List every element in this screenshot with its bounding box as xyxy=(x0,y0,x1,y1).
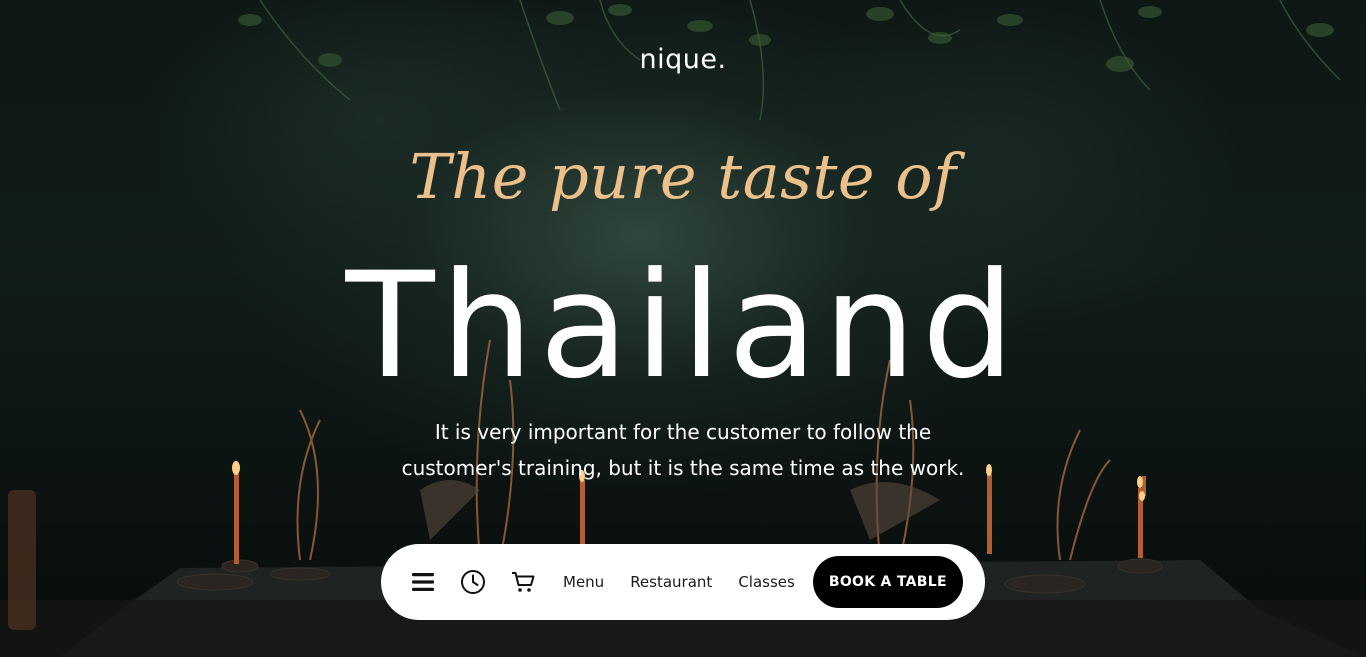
bottom-navbar: Menu Restaurant Classes BOOK A TABLE xyxy=(381,544,985,620)
menu-icon[interactable] xyxy=(409,568,437,596)
nav-link-restaurant[interactable]: Restaurant xyxy=(630,573,712,591)
nav-link-classes[interactable]: Classes xyxy=(738,573,795,591)
hero-section: nique. The pure taste of Thailand It is … xyxy=(0,0,1366,657)
hero-tagline: The pure taste of xyxy=(409,140,957,213)
hero-description: It is very important for the customer to… xyxy=(401,420,965,480)
clock-icon[interactable] xyxy=(459,568,487,596)
site-logo[interactable]: nique. xyxy=(0,44,1366,75)
hero-headline: Thailand xyxy=(345,241,1021,411)
nav-link-menu[interactable]: Menu xyxy=(563,573,604,591)
cart-icon[interactable] xyxy=(509,568,537,596)
book-a-table-button[interactable]: BOOK A TABLE xyxy=(812,556,963,608)
